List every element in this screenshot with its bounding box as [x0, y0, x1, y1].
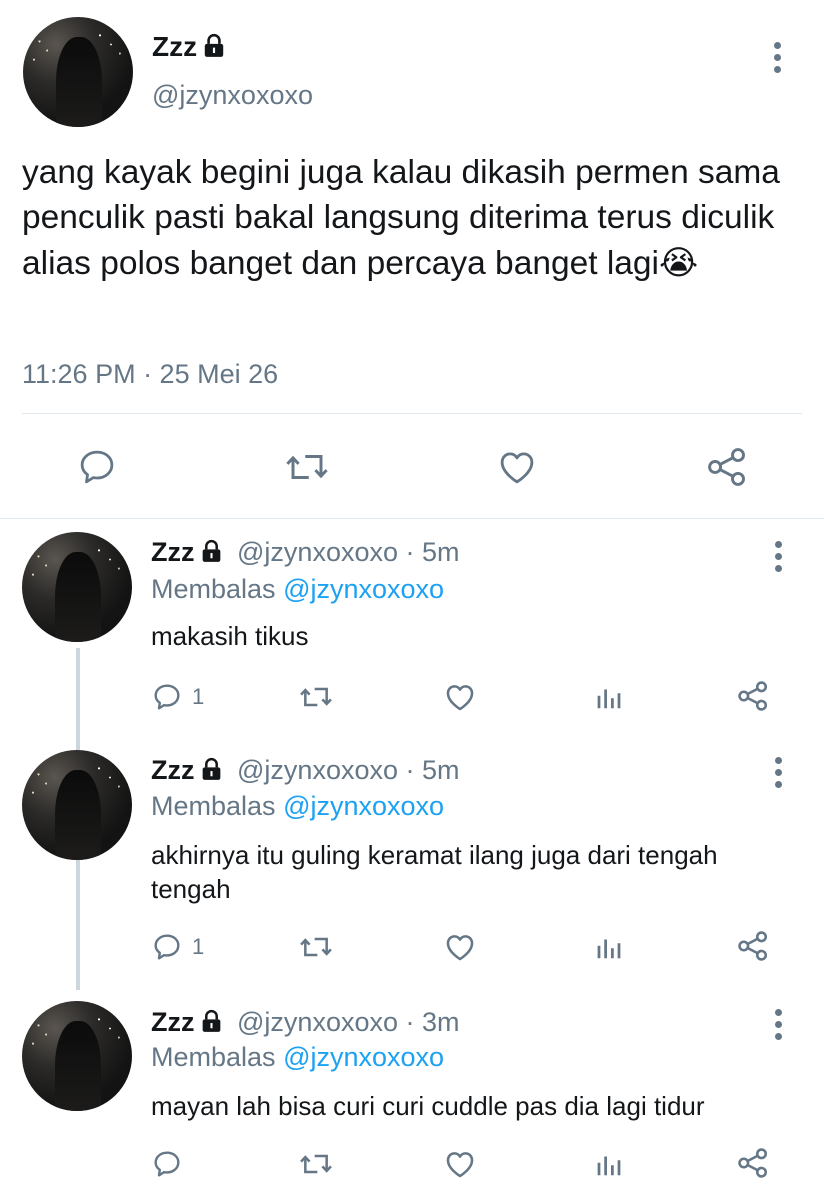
heart-icon[interactable]	[442, 1147, 478, 1181]
lock-icon	[202, 757, 220, 780]
lock-icon	[202, 539, 220, 562]
main-handle[interactable]: @jzynxoxoxo	[152, 80, 313, 111]
reply-header: Zzz @jzynxoxoxo · 5m	[151, 537, 460, 568]
reply-count: 1	[192, 934, 205, 959]
replying-prefix: Membalas	[151, 1042, 276, 1072]
replying-to: Membalas @jzynxoxoxo	[151, 791, 444, 822]
display-name[interactable]: Zzz	[151, 1007, 195, 1037]
reply-text: makasih tikus	[151, 621, 309, 651]
retweet-icon[interactable]	[298, 681, 334, 713]
tweet-timestamp[interactable]: 11:26 PM · 25 Mei 26	[22, 359, 278, 390]
more-vertical-icon[interactable]	[775, 541, 785, 577]
main-display-name[interactable]: Zzz	[152, 31, 227, 63]
avatar[interactable]	[22, 1001, 132, 1111]
display-name[interactable]: Zzz	[151, 755, 195, 785]
analytics-icon[interactable]	[594, 1149, 624, 1179]
share-icon[interactable]	[736, 929, 770, 963]
reply-header: Zzz @jzynxoxoxo · 3m	[151, 1007, 460, 1038]
replying-to-link[interactable]: @jzynxoxoxo	[283, 1042, 444, 1072]
display-name[interactable]: Zzz	[151, 537, 195, 567]
reply-text: akhirnya itu guling keramat ilang juga d…	[151, 840, 718, 904]
replying-prefix: Membalas	[151, 574, 276, 604]
heart-icon[interactable]	[495, 446, 539, 488]
reply-icon[interactable]	[76, 446, 118, 488]
avatar[interactable]	[22, 532, 132, 642]
more-vertical-icon[interactable]	[775, 757, 785, 793]
replying-to: Membalas @jzynxoxoxo	[151, 574, 444, 605]
replying-to-link[interactable]: @jzynxoxoxo	[283, 791, 444, 821]
retweet-icon[interactable]	[284, 446, 330, 488]
retweet-icon[interactable]	[298, 1148, 334, 1180]
reply-header: Zzz @jzynxoxoxo · 5m	[151, 755, 460, 786]
share-icon[interactable]	[736, 1146, 770, 1180]
divider	[0, 518, 824, 519]
avatar[interactable]	[22, 750, 132, 860]
heart-icon[interactable]	[442, 680, 478, 714]
reply-text: mayan lah bisa curi curi cuddle pas dia …	[151, 1091, 705, 1121]
more-vertical-icon[interactable]	[774, 42, 784, 78]
reply-icon[interactable]	[151, 931, 183, 963]
replying-to-link[interactable]: @jzynxoxoxo	[283, 574, 444, 604]
retweet-icon[interactable]	[298, 931, 334, 963]
crying-face-emoji: 😭	[658, 243, 699, 282]
share-icon[interactable]	[736, 679, 770, 713]
avatar[interactable]	[23, 17, 133, 127]
lock-icon	[204, 33, 224, 57]
handle-time[interactable]: @jzynxoxoxo · 5m	[237, 755, 459, 785]
display-name-text: Zzz	[152, 31, 198, 62]
reply-icon[interactable]	[151, 681, 183, 713]
handle-time[interactable]: @jzynxoxoxo · 3m	[237, 1007, 459, 1037]
share-icon[interactable]	[705, 445, 749, 489]
analytics-icon[interactable]	[594, 682, 624, 712]
divider	[22, 413, 802, 414]
lock-icon	[202, 1009, 220, 1032]
analytics-icon[interactable]	[594, 932, 624, 962]
main-tweet-text: yang kayak begini juga kalau dikasih per…	[22, 150, 812, 286]
reply-icon[interactable]	[151, 1148, 183, 1180]
reply-count: 1	[192, 684, 205, 709]
replying-prefix: Membalas	[151, 791, 276, 821]
heart-icon[interactable]	[442, 930, 478, 964]
replying-to: Membalas @jzynxoxoxo	[151, 1042, 444, 1073]
handle-time[interactable]: @jzynxoxoxo · 5m	[237, 537, 459, 567]
more-vertical-icon[interactable]	[775, 1009, 785, 1045]
